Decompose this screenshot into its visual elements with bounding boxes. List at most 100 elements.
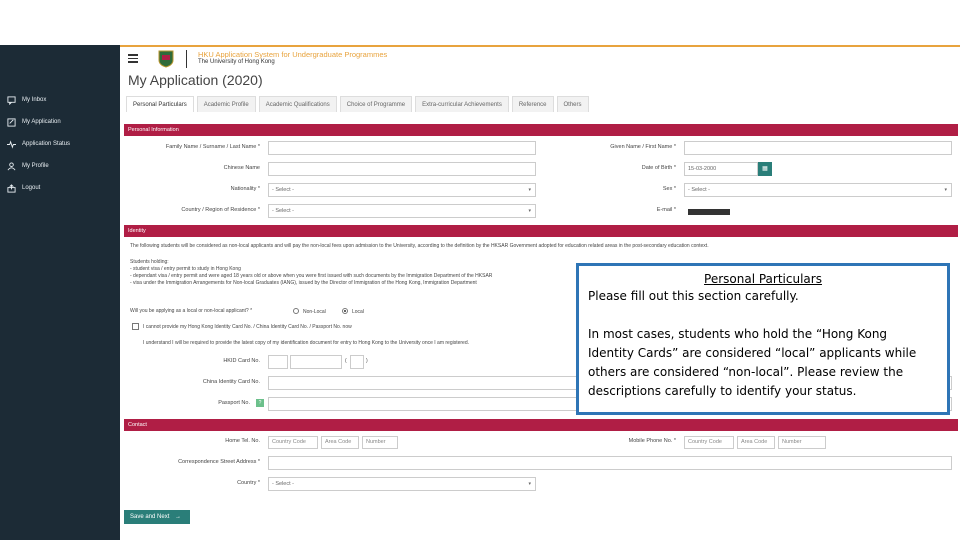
section-contact: Contact: [124, 419, 958, 431]
tab-reference[interactable]: Reference: [511, 96, 554, 112]
tab-choice-of-programme[interactable]: Choice of Programme: [339, 96, 413, 112]
calendar-icon[interactable]: ▦: [758, 162, 772, 176]
sidebar-item-label: My Application: [22, 119, 61, 125]
arrow-right-icon: →: [175, 514, 182, 520]
callout-line: Please fill out this section carefully.: [588, 289, 799, 303]
email-label: E-mail *: [656, 207, 676, 213]
sidebar-item-profile[interactable]: My Profile: [0, 156, 120, 176]
university-crest-icon: [158, 50, 174, 68]
tab-academic-qualifications[interactable]: Academic Qualifications: [258, 96, 337, 112]
mobile-country-code-input[interactable]: Country Code: [684, 436, 734, 449]
home-number-input[interactable]: Number: [362, 436, 398, 449]
given-name-label: Given Name / First Name *: [610, 144, 676, 150]
students-holding-label: Students holding:: [130, 259, 169, 265]
tab-others[interactable]: Others: [556, 96, 589, 112]
understand-note: I understand I will be required to provi…: [143, 340, 470, 346]
callout-line: In most cases, students who hold the “Ho…: [588, 327, 888, 341]
sidebar-item-label: Logout: [22, 185, 41, 191]
mobile-label: Mobile Phone No. *: [628, 438, 676, 444]
chinese-name-input[interactable]: [268, 162, 536, 176]
hkid-prefix-input[interactable]: [268, 355, 288, 369]
address-input[interactable]: [268, 456, 952, 470]
page-title: My Application (2020): [128, 72, 263, 88]
sidebar-item-logout[interactable]: Logout: [0, 178, 120, 198]
mobile-area-code-input[interactable]: Area Code: [737, 436, 775, 449]
residence-select[interactable]: - Select - ▾: [268, 204, 536, 218]
family-name-input[interactable]: [268, 141, 536, 155]
home-area-code-input[interactable]: Area Code: [321, 436, 359, 449]
hamburger-menu-icon[interactable]: [128, 54, 138, 63]
edit-icon: [6, 117, 16, 127]
help-icon[interactable]: ?: [256, 399, 264, 407]
callout-line: descriptions carefully to identify your …: [588, 384, 857, 398]
residence-label: Country / Region of Residence *: [181, 207, 260, 213]
radio-non-local-label: Non-Local: [303, 309, 326, 315]
instruction-callout: Personal Particulars Please fill out thi…: [576, 263, 950, 415]
section-personal-information: Personal Information: [124, 124, 958, 136]
callout-spacer: [588, 306, 938, 325]
callout-line: Identity Cards” are considered “local” a…: [588, 346, 917, 360]
tab-bar: Personal Particulars Academic Profile Ac…: [126, 96, 592, 112]
logout-icon: [6, 183, 16, 193]
country-select[interactable]: - Select - ▾: [268, 477, 536, 491]
callout-title: Personal Particulars: [704, 272, 822, 286]
sidebar-item-label: Application Status: [22, 141, 71, 147]
chevron-down-icon: ▾: [528, 208, 531, 214]
radio-local-label: Local: [352, 309, 364, 315]
cannot-provide-label: I cannot provide my Hong Kong Identity C…: [143, 324, 352, 330]
sidebar-item-inbox[interactable]: My Inbox: [0, 90, 120, 110]
home-country-code-input[interactable]: Country Code: [268, 436, 318, 449]
app-name: HKU Application System for Undergraduate…: [198, 50, 388, 59]
user-icon: [6, 161, 16, 171]
sidebar-item-label: My Profile: [22, 163, 49, 169]
header-divider: [186, 50, 187, 68]
identity-intro: The following students will be considere…: [130, 243, 709, 249]
given-name-input[interactable]: [684, 141, 952, 155]
sex-select[interactable]: - Select - ▾: [684, 183, 952, 197]
sex-select-value: - Select -: [688, 187, 711, 193]
passport-label: Passport No.: [218, 400, 250, 406]
residence-select-value: - Select -: [272, 208, 295, 214]
identity-bullet-2: - dependant visa / entry permit and were…: [130, 273, 493, 279]
pulse-icon: [6, 139, 16, 149]
save-and-next-label: Save and Next: [130, 514, 170, 520]
home-tel-label: Home Tel. No.: [225, 438, 260, 444]
tab-extra-curricular[interactable]: Extra-curricular Achievements: [415, 96, 509, 112]
sidebar: My Inbox My Application Application Stat…: [0, 45, 120, 540]
radio-local[interactable]: [342, 308, 348, 314]
callout-line: others are considered “non-local”. Pleas…: [588, 365, 904, 379]
identity-bullet-3: - visa under the Immigration Arrangement…: [130, 280, 477, 286]
chevron-down-icon: ▾: [528, 481, 531, 487]
identity-bullet-1: - student visa / entry permit to study i…: [130, 266, 241, 272]
hkid-number-input[interactable]: [290, 355, 342, 369]
hkid-label: HKID Card No.: [223, 358, 260, 364]
hkid-bracket-close: ): [366, 358, 368, 364]
chevron-down-icon: ▾: [944, 187, 947, 193]
university-name: The University of Hong Kong: [198, 59, 275, 65]
country-select-value: - Select -: [272, 481, 295, 487]
header: HKU Application System for Undergraduate…: [120, 47, 960, 71]
sex-label: Sex *: [662, 186, 676, 192]
radio-non-local[interactable]: [293, 308, 299, 314]
chinese-name-label: Chinese Name: [223, 165, 260, 171]
sidebar-item-status[interactable]: Application Status: [0, 134, 120, 154]
nationality-label: Nationality *: [230, 186, 260, 192]
nationality-select[interactable]: - Select - ▾: [268, 183, 536, 197]
section-identity: Identity: [124, 225, 958, 237]
mobile-number-input[interactable]: Number: [778, 436, 826, 449]
cannot-provide-checkbox[interactable]: [132, 323, 139, 330]
save-and-next-button[interactable]: Save and Next →: [124, 510, 190, 524]
local-question-label: Will you be applying as a local or non-l…: [130, 308, 253, 314]
nationality-select-value: - Select -: [272, 187, 295, 193]
address-label: Correspondence Street Address *: [178, 459, 260, 465]
tab-academic-profile[interactable]: Academic Profile: [196, 96, 256, 112]
dob-input[interactable]: 15-03-2000: [684, 162, 758, 176]
sidebar-item-label: My Inbox: [22, 97, 47, 103]
hkid-check-digit-input[interactable]: [350, 355, 364, 369]
email-redacted: [688, 209, 730, 215]
dob-label: Date of Birth *: [641, 165, 676, 171]
country-label: Country *: [237, 480, 260, 486]
tab-personal-particulars[interactable]: Personal Particulars: [126, 96, 194, 112]
inbox-icon: [6, 95, 16, 105]
sidebar-item-application[interactable]: My Application: [0, 112, 120, 132]
